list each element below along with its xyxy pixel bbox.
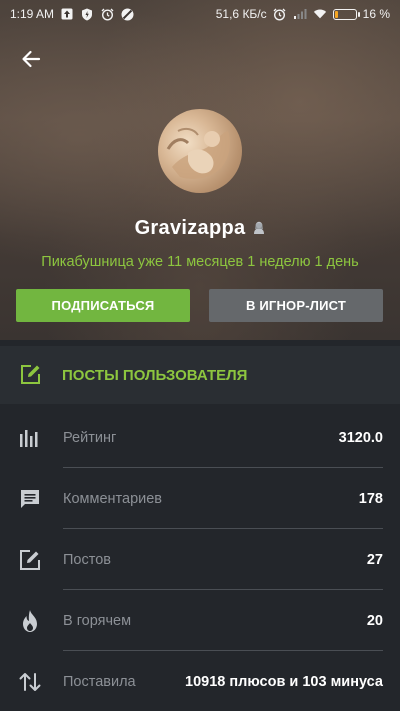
- avatar-image: [166, 127, 230, 179]
- stat-row-posts: Постов 27: [0, 529, 400, 590]
- stat-value: 3120.0: [338, 429, 383, 446]
- status-time: 1:19 AM: [10, 7, 55, 21]
- stat-row-rating: Рейтинг 3120.0: [0, 407, 400, 468]
- shield-notification-icon: [80, 7, 94, 21]
- stat-value: 10918 плюсов и 103 минуса: [185, 673, 383, 690]
- edit-icon: [21, 365, 40, 384]
- back-button[interactable]: [16, 44, 46, 74]
- posts-icon: [18, 548, 42, 572]
- stat-row-hot: В горячем 20: [0, 590, 400, 651]
- stat-row-comments: Комментариев 178: [0, 468, 400, 529]
- ignore-list-button[interactable]: В ИГНОР-ЛИСТ: [209, 289, 383, 322]
- alarm-icon: [273, 7, 287, 21]
- avatar[interactable]: [158, 109, 242, 193]
- battery-percent: 16 %: [362, 7, 390, 21]
- battery-icon: [332, 8, 360, 20]
- user-posts-label: ПОСТЫ ПОЛЬЗОВАТЕЛЯ: [62, 366, 248, 384]
- status-bar: 1:19 AM 51,6 КБ/с 16 %: [0, 0, 400, 28]
- stat-value: 20: [366, 612, 383, 629]
- comments-icon: [18, 487, 42, 511]
- stat-label: Поставила: [63, 673, 136, 690]
- stat-label: В горячем: [63, 612, 132, 629]
- cellular-signal-icon: [293, 7, 307, 21]
- female-user-icon: [254, 221, 265, 234]
- votes-icon: [18, 670, 42, 694]
- member-tenure: Пикабушница уже 11 месяцев 1 неделю 1 де…: [41, 254, 359, 270]
- no-signal-app-icon: [120, 7, 134, 21]
- stat-label: Постов: [63, 551, 111, 568]
- stat-row-votes: Поставила 10918 плюсов и 103 минуса: [0, 651, 400, 711]
- stat-value: 178: [358, 490, 383, 507]
- rating-icon: [18, 426, 42, 450]
- username: Gravizappa: [134, 216, 246, 239]
- profile-header: 1:19 AM 51,6 КБ/с 16 % Gravizappa Пикабу…: [0, 0, 400, 340]
- wifi-icon: [313, 7, 327, 21]
- username-row: Gravizappa: [0, 213, 400, 243]
- subscribe-button[interactable]: ПОДПИСАТЬСЯ: [16, 289, 190, 322]
- user-posts-button[interactable]: ПОСТЫ ПОЛЬЗОВАТЕЛЯ: [0, 346, 400, 404]
- battery-level: [334, 10, 338, 18]
- stat-label: Комментариев: [63, 490, 162, 507]
- stat-label: Рейтинг: [63, 429, 117, 446]
- stat-value: 27: [366, 551, 383, 568]
- stats-list: Рейтинг 3120.0 Комментариев 178 Постов 2…: [0, 407, 400, 711]
- upload-notification-icon: [60, 7, 74, 21]
- arrow-left-icon: [22, 50, 41, 68]
- alarm-icon: [100, 7, 114, 21]
- network-speed: 51,6 КБ/с: [215, 7, 267, 21]
- hot-icon: [18, 609, 42, 633]
